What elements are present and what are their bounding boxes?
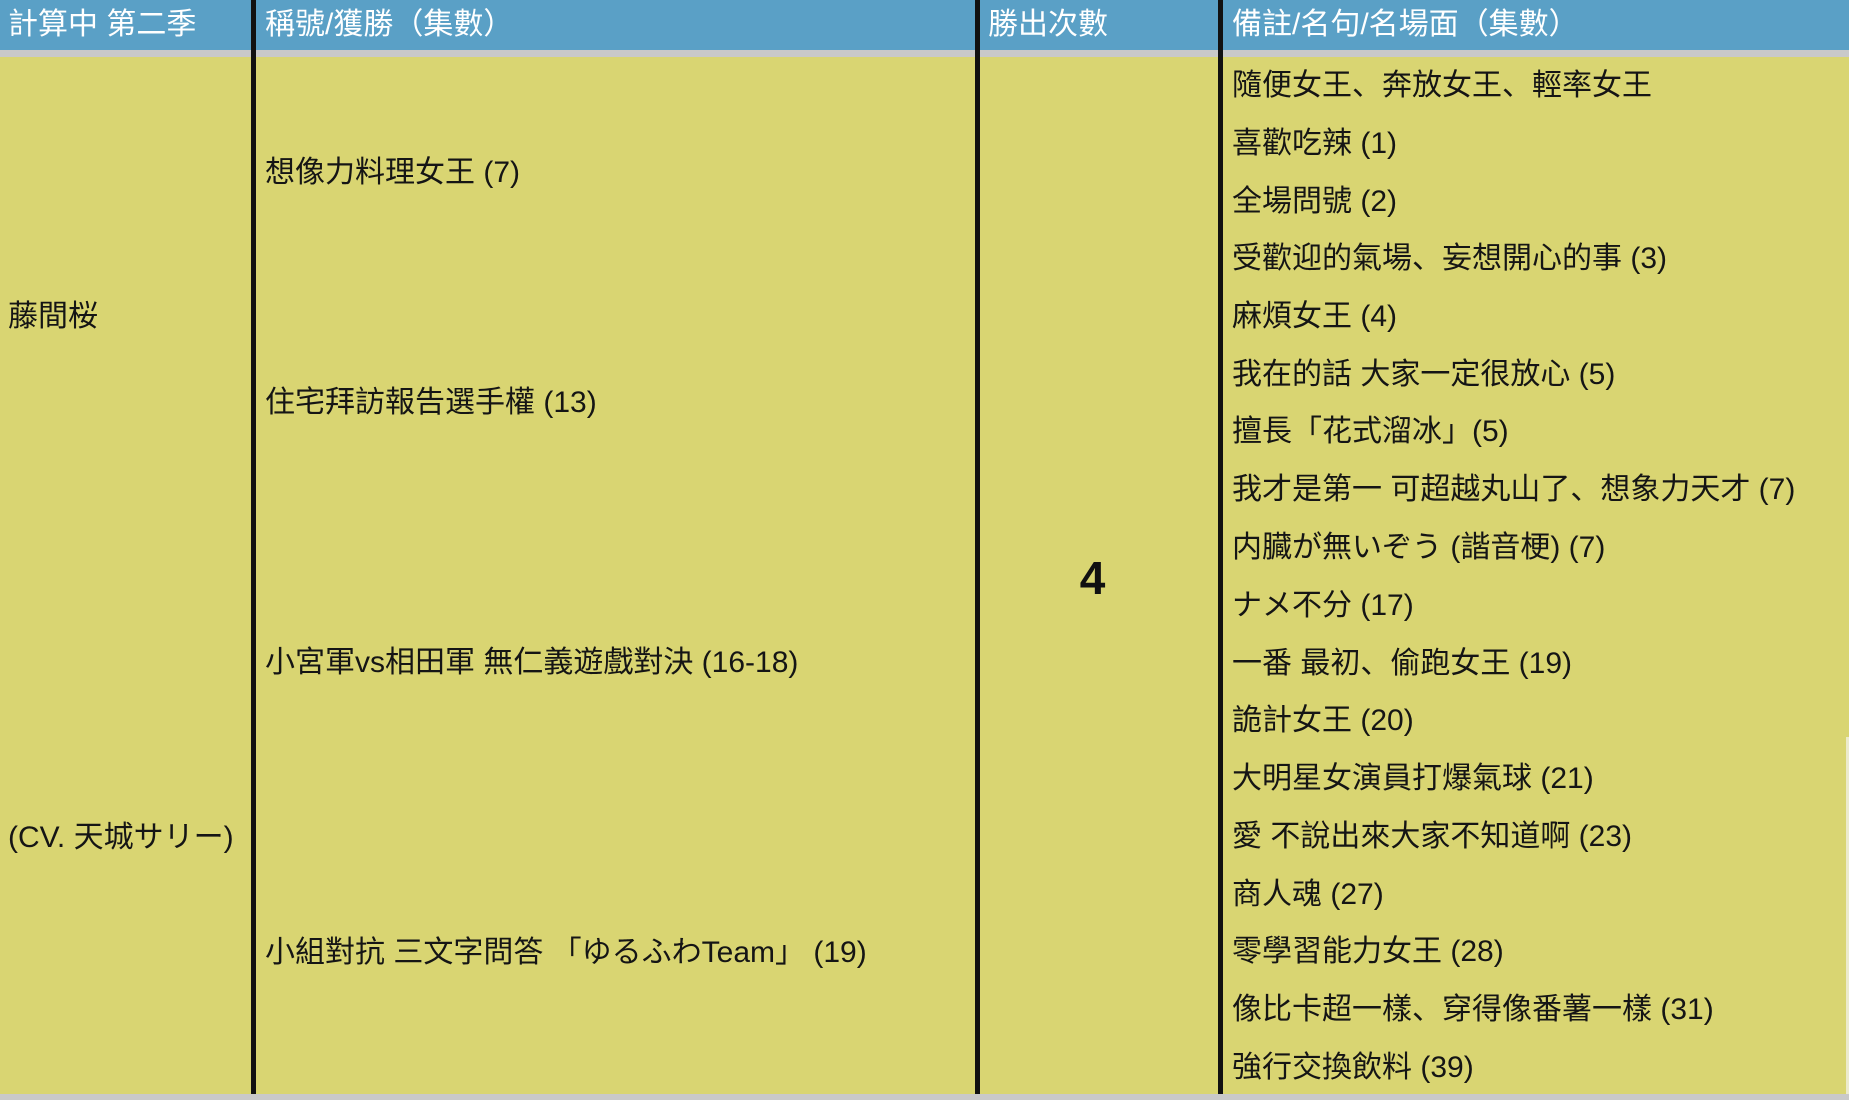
column-divider [251, 0, 256, 1100]
character-cv[interactable]: (CV. 天城サリー) [0, 813, 234, 863]
note-line: 商人魂 (27) [1232, 878, 1384, 911]
note-line: 擅長「花式溜冰」(5) [1232, 415, 1509, 448]
column-divider [975, 0, 980, 1100]
note-line: 愛 不說出來大家不知道啊 (23) [1232, 820, 1633, 853]
note-line: 像比卡超一樣、穿得像番薯一樣 (31) [1232, 993, 1714, 1026]
character-name[interactable]: 藤間桜 [0, 292, 98, 342]
win-count[interactable]: 4 [985, 548, 1200, 608]
note-line: 内臓が無いぞう (諧音梗) (7) [1232, 531, 1606, 564]
title-entry[interactable]: 住宅拜訪報告選手權 (13) [257, 383, 597, 423]
header-character[interactable]: 計算中 第二季 [0, 0, 252, 50]
note-line: 受歡迎的氣場、妄想開心的事 (3) [1232, 242, 1667, 275]
spreadsheet-table: 計算中 第二季 稱號/獲勝（集數） 勝出次數 備註/名句/名場面（集數） 藤間桜… [0, 0, 1849, 1100]
header-notes[interactable]: 備註/名句/名場面（集數） [1224, 0, 1849, 50]
note-line: 大明星女演員打爆氣球 (21) [1232, 762, 1594, 795]
note-line: 全場問號 (2) [1232, 185, 1397, 218]
note-line: 我才是第一 可超越丸山了、想象力天才 (7) [1232, 473, 1796, 506]
table-bottom-border [0, 1094, 1849, 1100]
note-line: 零學習能力女王 (28) [1232, 935, 1504, 968]
note-line: 麻煩女王 (4) [1232, 300, 1397, 333]
column-divider [1218, 0, 1223, 1100]
header-titles[interactable]: 稱號/獲勝（集數） [257, 0, 977, 50]
header-divider [0, 50, 1849, 57]
title-entry[interactable]: 想像力料理女王 (7) [257, 153, 520, 193]
note-line: 一番 最初、偷跑女王 (19) [1232, 647, 1573, 680]
note-line: 詭計女王 (20) [1232, 704, 1414, 737]
header-wins[interactable]: 勝出次數 [980, 0, 1220, 50]
title-entry[interactable]: 小宮軍vs相田軍 無仁義遊戲對決 (16-18) [257, 643, 798, 683]
table-header-row: 計算中 第二季 稱號/獲勝（集數） 勝出次數 備註/名句/名場面（集數） [0, 0, 1849, 50]
note-line: 喜歡吃辣 (1) [1232, 127, 1397, 160]
note-line: ナメ不分 (17) [1232, 589, 1414, 622]
note-line: 隨便女王、奔放女王、輕率女王 [1232, 69, 1652, 102]
note-line: 強行交換飲料 (39) [1232, 1051, 1474, 1084]
note-line: 我在的話 大家一定很放心 (5) [1232, 358, 1616, 391]
title-entry[interactable]: 小組對抗 三文字問答 「ゆるふわTeam」 (19) [257, 933, 867, 973]
